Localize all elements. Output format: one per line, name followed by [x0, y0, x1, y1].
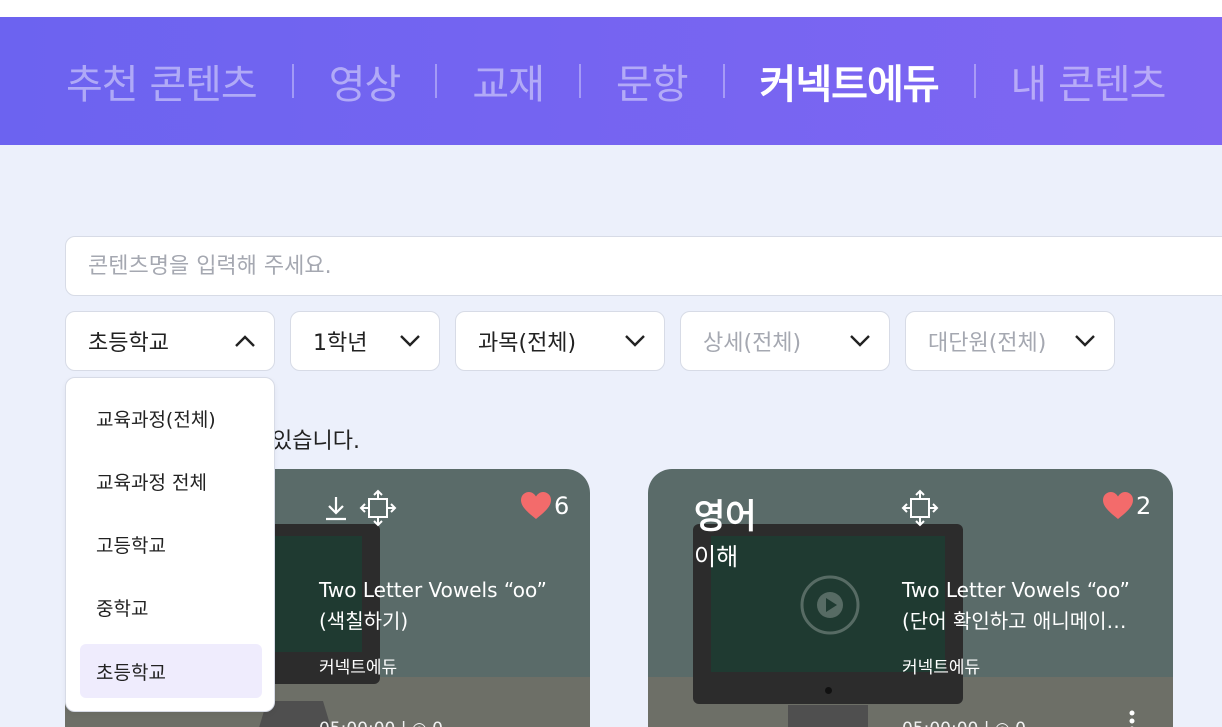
like-count[interactable]: 2 — [1102, 491, 1151, 521]
chevron-down-icon — [625, 335, 645, 347]
like-count-value: 2 — [1136, 492, 1152, 520]
tab-video[interactable]: 영상 — [329, 52, 402, 110]
card-title-line1: Two Letter Vowels “oo” — [319, 578, 547, 602]
card-title-line2: (색칠하기) — [319, 609, 409, 633]
card-subject-sub: 이해 — [694, 543, 739, 571]
card-meta: 05:00:00 | ◎ 0 — [902, 719, 1026, 727]
card-title: Two Letter Vowels “oo” (색칠하기) — [319, 575, 547, 637]
move-icon[interactable] — [901, 489, 939, 527]
tab-divider — [722, 64, 725, 98]
tab-recommended[interactable]: 추천 콘텐츠 — [66, 52, 258, 110]
card-title-line2: (단어 확인하고 애니메이… — [902, 609, 1127, 633]
tab-divider — [435, 64, 438, 98]
download-icon[interactable] — [323, 494, 349, 522]
card-publisher: 커넥트에듀 — [902, 658, 981, 678]
chevron-down-icon — [850, 335, 870, 347]
chevron-down-icon — [400, 335, 420, 347]
detail-dropdown[interactable]: 상세(전체) — [680, 311, 890, 371]
card-publisher: 커넥트에듀 — [319, 658, 398, 678]
menu-item-high-school[interactable]: 고등학교 — [80, 517, 262, 571]
card-meta: 05:00:00 | ◎ 0 — [319, 719, 443, 727]
tab-questions[interactable]: 문항 — [616, 52, 689, 110]
play-icon[interactable] — [798, 573, 862, 637]
menu-item-curriculum-whole[interactable]: 교육과정 전체 — [80, 454, 262, 508]
subject-dropdown[interactable]: 과목(전체) — [455, 311, 665, 371]
school-level-label: 초등학교 — [88, 331, 169, 356]
more-vertical-icon[interactable] — [1126, 709, 1138, 727]
detail-label: 상세(전체) — [703, 331, 802, 356]
content-card[interactable]: 영어 이해 2 Two Letter Vowels “oo” (단어 확인하고 … — [648, 469, 1173, 727]
grade-label: 1학년 — [313, 331, 368, 356]
menu-item-curriculum-all[interactable]: 교육과정(전체) — [80, 391, 262, 445]
search-box — [65, 236, 1222, 296]
unit-label: 대단원(전체) — [928, 331, 1047, 356]
card-title: Two Letter Vowels “oo” (단어 확인하고 애니메이… — [902, 575, 1130, 637]
move-icon[interactable] — [359, 489, 397, 527]
heart-icon — [1103, 492, 1133, 519]
tab-my-content[interactable]: 내 콘텐츠 — [1011, 52, 1167, 110]
tab-connectedu[interactable]: 커넥트에듀 — [760, 52, 940, 110]
tab-divider — [291, 64, 294, 98]
unit-dropdown[interactable]: 대단원(전체) — [905, 311, 1115, 371]
search-input[interactable] — [66, 237, 1222, 295]
card-subject: 영어 — [694, 497, 757, 537]
school-level-dropdown[interactable]: 초등학교 — [65, 311, 275, 371]
grade-dropdown[interactable]: 1학년 — [290, 311, 440, 371]
chevron-up-icon — [235, 335, 255, 347]
heart-icon — [521, 492, 551, 519]
like-count-value: 6 — [554, 492, 570, 520]
tab-divider — [578, 64, 581, 98]
result-count-text: 있습니다. — [272, 429, 360, 454]
menu-item-elementary-school[interactable]: 초등학교 — [80, 644, 262, 698]
top-strip — [0, 0, 1222, 17]
nav-tabs: 추천 콘텐츠 영상 교재 문항 커넥트에듀 내 콘텐츠 — [66, 17, 1167, 145]
chevron-down-icon — [1075, 335, 1095, 347]
tab-divider — [973, 64, 976, 98]
card-title-line1: Two Letter Vowels “oo” — [902, 578, 1130, 602]
top-navigation: 추천 콘텐츠 영상 교재 문항 커넥트에듀 내 콘텐츠 — [0, 17, 1222, 145]
like-count[interactable]: 6 — [520, 491, 569, 521]
school-level-menu: 교육과정(전체) 교육과정 전체 고등학교 중학교 초등학교 — [65, 377, 275, 712]
tab-textbook[interactable]: 교재 — [472, 52, 545, 110]
menu-item-middle-school[interactable]: 중학교 — [80, 580, 262, 634]
subject-label: 과목(전체) — [478, 331, 577, 356]
